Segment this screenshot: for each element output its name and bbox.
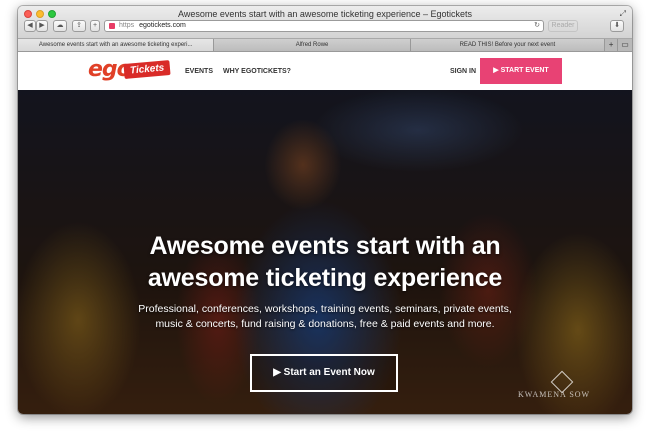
add-bookmark-icon[interactable]: + xyxy=(90,20,100,32)
new-tab-icon[interactable]: + xyxy=(605,39,619,51)
hero-title: Awesome events start with an awesome tic… xyxy=(18,230,632,294)
logo-tickets-text: Tickets xyxy=(123,60,171,79)
nav-events-link[interactable]: EVENTS xyxy=(185,68,213,75)
title-bar: Awesome events start with an awesome tic… xyxy=(18,6,632,39)
share-icon[interactable]: ⇪ xyxy=(72,20,86,32)
tab-egotickets[interactable]: Awesome events start with an awesome tic… xyxy=(18,39,215,51)
browser-toolbar: ◀ ▶ ☁ ⇪ + https egotickets.com ↻ Reader … xyxy=(18,20,632,36)
hero-section: Awesome events start with an awesome tic… xyxy=(18,90,632,414)
window-title: Awesome events start with an awesome tic… xyxy=(178,9,472,19)
fullscreen-icon[interactable]: ⤢ xyxy=(620,9,626,19)
tab-alfred-rowe[interactable]: Alfred Rowe xyxy=(214,39,411,51)
site-header: ego Tickets EVENTS WHY EGOTICKETS? SIGN … xyxy=(18,52,632,91)
tab-overview-icon[interactable]: ▭ xyxy=(618,39,632,51)
sign-in-link[interactable]: SIGN IN xyxy=(450,68,476,75)
downloads-icon[interactable]: ⬇ xyxy=(610,20,624,32)
hero-subtitle-line-1: Professional, conferences, workshops, tr… xyxy=(138,303,512,315)
reload-icon[interactable]: ↻ xyxy=(534,21,540,31)
hero-subtitle-line-2: music & concerts, fund raising & donatio… xyxy=(155,318,495,330)
start-event-button[interactable]: ▶ START EVENT xyxy=(480,58,562,84)
photo-watermark: KWAMENA SOW xyxy=(518,390,591,399)
nav-why-link[interactable]: WHY EGOTICKETS? xyxy=(223,68,291,75)
hero-title-line-1: Awesome events start with an xyxy=(149,232,501,260)
tab-read-this[interactable]: READ THIS! Before your next event xyxy=(410,39,606,51)
icloud-tabs-icon[interactable]: ☁ xyxy=(53,20,67,32)
url-host: egotickets.com xyxy=(139,22,186,29)
url-scheme: https xyxy=(119,22,135,29)
hero-subtitle: Professional, conferences, workshops, tr… xyxy=(78,302,572,332)
tab-bar: Awesome events start with an awesome tic… xyxy=(18,39,632,52)
hero-title-line-2: awesome ticketing experience xyxy=(147,264,503,292)
address-bar[interactable]: https egotickets.com ↻ xyxy=(104,20,544,32)
start-an-event-now-button[interactable]: ▶ Start an Event Now xyxy=(250,354,398,392)
browser-window: Awesome events start with an awesome tic… xyxy=(18,6,632,414)
site-favicon-icon xyxy=(109,23,115,29)
forward-button[interactable]: ▶ xyxy=(36,20,48,32)
back-button[interactable]: ◀ xyxy=(24,20,36,32)
reader-button[interactable]: Reader xyxy=(548,20,578,32)
